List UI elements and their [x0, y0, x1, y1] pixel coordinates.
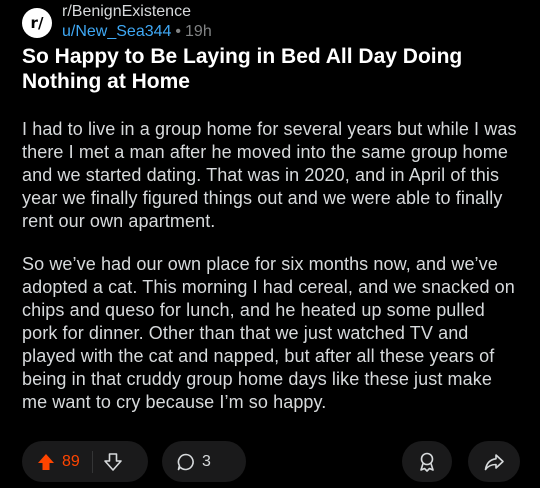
comments-button[interactable]: 3 — [162, 441, 246, 482]
post-title[interactable]: So Happy to Be Laying in Bed All Day Doi… — [22, 44, 522, 94]
subreddit-avatar-icon[interactable]: r/ — [22, 8, 52, 38]
meta-separator: • — [175, 23, 182, 40]
post-body-paragraph: So we’ve had our own place for six month… — [22, 254, 515, 412]
upvote-count: 89 — [62, 452, 80, 470]
post-card: r/ r/BenignExistence u/New_Sea344 • 19h So… — [0, 0, 540, 488]
subreddit-name[interactable]: r/BenignExistence — [62, 2, 212, 22]
award-icon — [416, 451, 438, 473]
award-button[interactable] — [402, 441, 452, 482]
post-age: 19h — [185, 23, 212, 40]
comment-icon — [176, 452, 196, 472]
share-icon — [483, 451, 505, 473]
upvote-icon[interactable] — [36, 452, 56, 472]
share-button[interactable] — [468, 441, 520, 482]
comment-count: 3 — [202, 452, 211, 470]
post-meta: r/BenignExistence u/New_Sea344 • 19h — [62, 2, 212, 42]
author-username[interactable]: u/New_Sea344 — [62, 23, 171, 40]
vote-divider — [91, 450, 93, 473]
action-bar: 89 3 — [22, 441, 520, 482]
vote-control: 89 — [22, 441, 148, 482]
author-line: u/New_Sea344 • 19h — [62, 22, 212, 42]
post-body-paragraph: I had to live in a group home for severa… — [22, 119, 517, 231]
post-header: r/ r/BenignExistence u/New_Sea344 • 19h — [22, 0, 212, 44]
downvote-icon[interactable] — [103, 452, 123, 472]
